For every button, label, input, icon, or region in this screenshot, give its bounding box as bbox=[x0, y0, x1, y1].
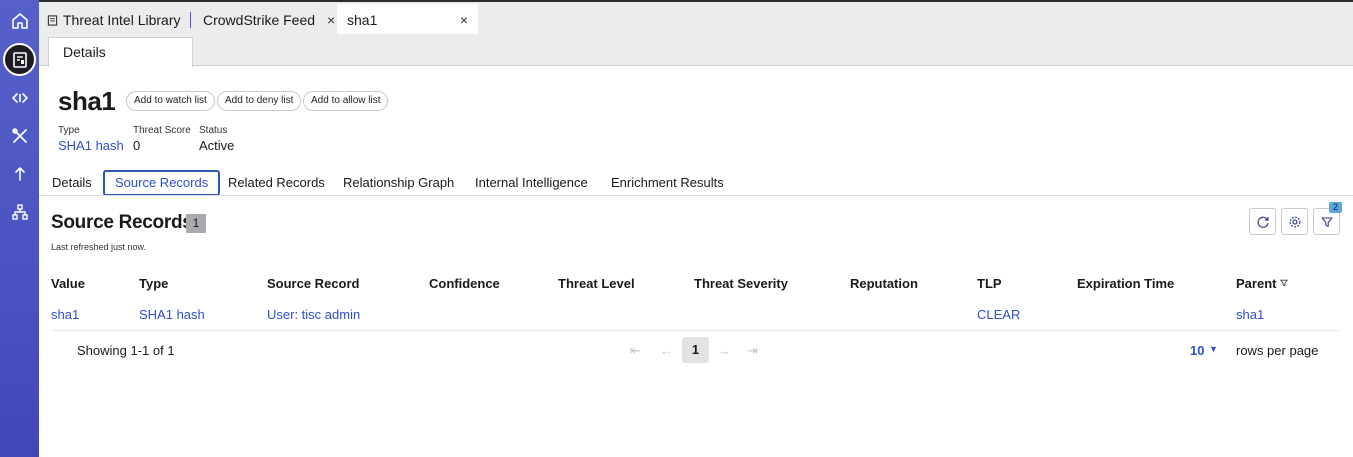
status-label: Status bbox=[199, 125, 228, 136]
tab-relationship-graph[interactable]: Relationship Graph bbox=[343, 175, 454, 190]
hierarchy-icon[interactable] bbox=[3, 195, 36, 228]
gear-icon bbox=[1289, 216, 1300, 227]
tab-internal-intelligence[interactable]: Internal Intelligence bbox=[475, 175, 588, 190]
column-header-confidence[interactable]: Confidence bbox=[429, 276, 500, 291]
tab-sha1[interactable]: sha1 × bbox=[337, 4, 478, 36]
tab-threat-intel-library[interactable]: Threat Intel Library bbox=[45, 4, 181, 36]
sub-tab-bar: Details bbox=[39, 34, 1353, 67]
page-title: sha1 bbox=[58, 86, 116, 116]
next-page-icon[interactable]: → bbox=[718, 343, 731, 358]
rows-per-page-label: rows per page bbox=[1236, 343, 1319, 358]
first-page-icon[interactable]: ⇤ bbox=[630, 343, 641, 359]
filter-icon bbox=[1320, 216, 1333, 227]
column-header-parent-label: Parent bbox=[1236, 276, 1277, 291]
refresh-icon bbox=[1257, 216, 1269, 228]
current-page-button[interactable]: 1 bbox=[682, 337, 709, 363]
section-tabs-divider bbox=[39, 195, 1353, 196]
last-page-icon[interactable]: ⇥ bbox=[747, 343, 758, 359]
cell-value-link[interactable]: sha1 bbox=[51, 307, 79, 322]
tab-crowdstrike-feed[interactable]: CrowdStrike Feed × bbox=[203, 4, 335, 36]
threat-score-label: Threat Score bbox=[133, 125, 191, 136]
row-divider bbox=[51, 330, 1340, 331]
add-to-allow-list-button[interactable]: Add to allow list bbox=[303, 91, 389, 111]
column-header-parent[interactable]: Parent bbox=[1236, 276, 1289, 291]
tab-details[interactable]: Details bbox=[48, 37, 193, 67]
tab-label: sha1 bbox=[347, 12, 378, 28]
tab-details-section[interactable]: Details bbox=[52, 175, 92, 190]
filter-icon[interactable] bbox=[1280, 279, 1289, 287]
cell-tlp-link[interactable]: CLEAR bbox=[977, 307, 1020, 322]
document-icon bbox=[47, 14, 58, 26]
top-tab-bar: Threat Intel Library CrowdStrike Feed × … bbox=[39, 0, 1353, 36]
library-icon[interactable] bbox=[3, 43, 36, 76]
upload-icon[interactable] bbox=[3, 157, 36, 190]
section-title: Source Records bbox=[51, 212, 193, 233]
column-header-value[interactable]: Value bbox=[51, 276, 85, 291]
column-header-threat-severity[interactable]: Threat Severity bbox=[694, 276, 788, 291]
refresh-button[interactable] bbox=[1249, 208, 1276, 235]
rows-per-page-select[interactable]: 10 bbox=[1190, 343, 1204, 358]
column-header-expiration-time[interactable]: Expiration Time bbox=[1077, 276, 1174, 291]
filter-count-badge: 2 bbox=[1329, 202, 1342, 213]
last-refreshed-text: Last refreshed just now. bbox=[51, 242, 147, 252]
tab-label: Threat Intel Library bbox=[63, 12, 181, 28]
column-header-reputation[interactable]: Reputation bbox=[850, 276, 918, 291]
type-label: Type bbox=[58, 125, 80, 136]
add-to-deny-list-button[interactable]: Add to deny list bbox=[217, 91, 302, 111]
cell-type-link[interactable]: SHA1 hash bbox=[139, 307, 205, 322]
tab-divider bbox=[190, 12, 191, 28]
feed-icon[interactable] bbox=[3, 81, 36, 114]
cell-source-record-link[interactable]: User: tisc admin bbox=[267, 307, 360, 322]
cell-parent-link[interactable]: sha1 bbox=[1236, 307, 1264, 322]
prev-page-icon[interactable]: ← bbox=[660, 343, 673, 358]
tools-icon[interactable] bbox=[3, 119, 36, 152]
tab-enrichment-results[interactable]: Enrichment Results bbox=[611, 175, 724, 190]
tab-related-records[interactable]: Related Records bbox=[228, 175, 325, 190]
type-value-link[interactable]: SHA1 hash bbox=[58, 138, 124, 153]
showing-count-text: Showing 1-1 of 1 bbox=[77, 343, 175, 358]
close-icon[interactable]: × bbox=[327, 12, 335, 28]
column-header-tlp[interactable]: TLP bbox=[977, 276, 1002, 291]
add-to-watch-list-button[interactable]: Add to watch list bbox=[126, 91, 215, 111]
threat-score-value: 0 bbox=[133, 138, 141, 153]
home-icon[interactable] bbox=[3, 4, 36, 37]
settings-button[interactable] bbox=[1281, 208, 1308, 235]
chevron-down-icon[interactable]: ▼ bbox=[1209, 344, 1218, 354]
column-header-type[interactable]: Type bbox=[139, 276, 168, 291]
close-icon[interactable]: × bbox=[460, 12, 468, 28]
column-header-threat-level[interactable]: Threat Level bbox=[558, 276, 635, 291]
left-nav-rail bbox=[0, 0, 39, 457]
column-header-source-record[interactable]: Source Record bbox=[267, 276, 359, 291]
tab-source-records[interactable]: Source Records bbox=[103, 170, 221, 196]
count-badge: 1 bbox=[186, 214, 206, 233]
tab-label: CrowdStrike Feed bbox=[203, 12, 316, 28]
status-value: Active bbox=[199, 138, 235, 153]
